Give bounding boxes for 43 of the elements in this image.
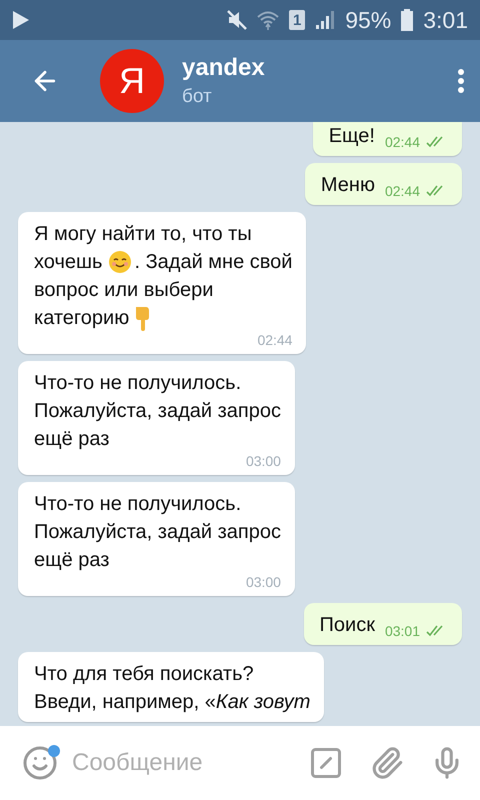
message-text: ещё раз — [34, 548, 110, 573]
message-text: категорию — [34, 306, 130, 331]
more-button[interactable] — [458, 69, 464, 93]
slash-command-button[interactable] — [308, 745, 344, 781]
message-text: Что-то не получилось. — [34, 492, 242, 517]
more-icon — [458, 69, 464, 93]
message-text: Я могу найти то, что ты — [34, 222, 252, 247]
message-text: . Задай мне свой — [134, 250, 292, 275]
mute-icon — [227, 10, 248, 30]
message-text: Еще! — [328, 124, 375, 149]
pointing-hand-icon — [135, 305, 152, 331]
smiley-icon — [22, 745, 58, 781]
message-text: Что-то не получилось. — [34, 371, 242, 396]
play-icon — [12, 10, 30, 30]
battery-percent: 95% — [345, 6, 392, 34]
message-time: 02:44 — [384, 183, 420, 199]
battery-icon — [401, 9, 414, 31]
paperclip-icon — [370, 746, 404, 780]
attach-button[interactable] — [370, 746, 404, 780]
slash-icon — [308, 745, 344, 781]
smiling-emoji-icon — [108, 250, 132, 274]
message-time: 02:44 — [257, 332, 292, 348]
message-text: Что для тебя поискать? — [34, 662, 254, 687]
emoji-button[interactable] — [22, 745, 58, 781]
message-time: 03:00 — [246, 574, 281, 590]
message-text: Поиск — [320, 613, 375, 638]
avatar: Я — [100, 49, 164, 113]
message-text: Введи, например, «Как зовут — [34, 690, 310, 715]
message-text: ещё раз — [34, 427, 110, 452]
chat-subtitle: бот — [182, 86, 213, 108]
sim-indicator: 1 — [289, 10, 306, 30]
message-time: 02:44 — [384, 134, 420, 150]
message-text: хочешь — [34, 250, 102, 275]
message-text: Меню — [320, 173, 375, 198]
message-time: 03:01 — [384, 623, 420, 639]
signal-icon — [315, 10, 336, 30]
message-text: Пожалуйста, задай запрос — [34, 520, 281, 545]
message-time: 03:00 — [246, 453, 281, 469]
chat-title: yandex — [182, 54, 266, 82]
clock: 3:01 — [423, 6, 468, 34]
wifi-icon — [257, 10, 280, 30]
message-text: Пожалуйста, задай запрос — [34, 399, 281, 424]
message-text: вопрос или выбери — [34, 278, 214, 303]
